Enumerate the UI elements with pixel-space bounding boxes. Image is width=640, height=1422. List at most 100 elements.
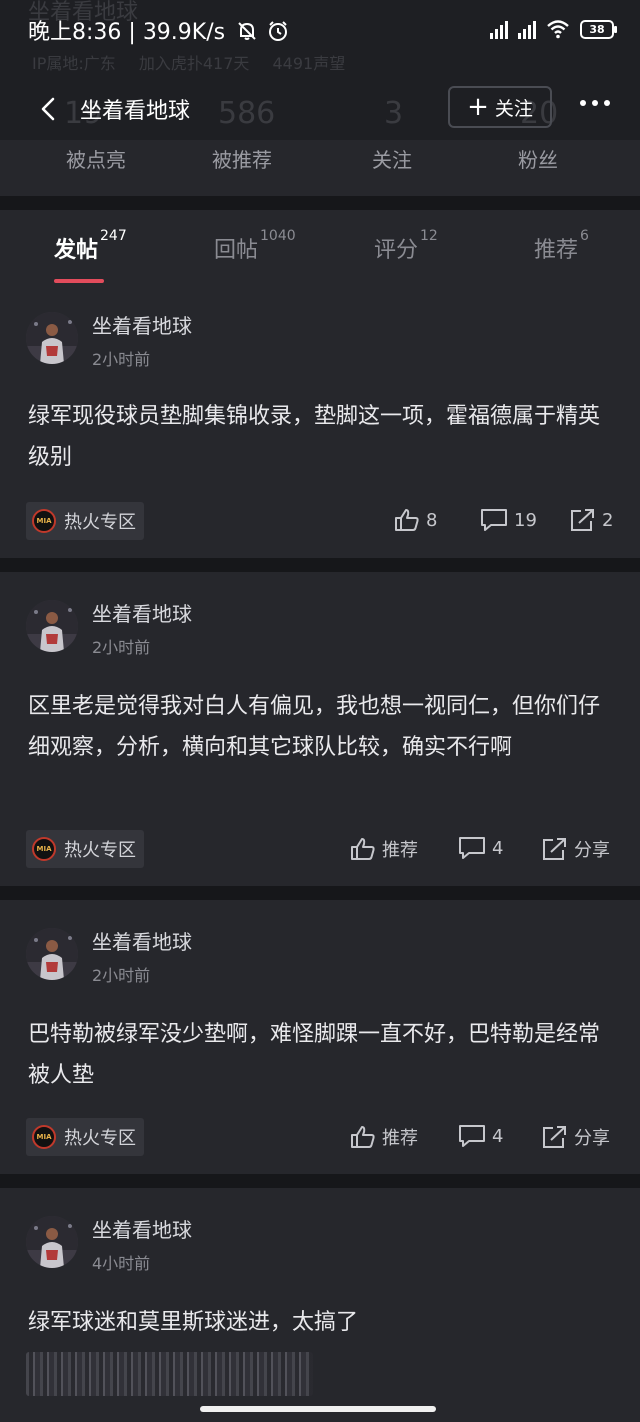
home-indicator[interactable] (200, 1406, 436, 1412)
avatar-image (26, 312, 78, 364)
recommend-label: 推荐 (382, 840, 418, 861)
tab-count: 1040 (260, 228, 296, 244)
comment-count: 4 (492, 837, 504, 859)
tab-count: 12 (420, 228, 438, 244)
mute-bell-icon (238, 22, 256, 40)
post-card[interactable]: 坐着看地球 2小时前 巴特勒被绿军没少垫啊，难怪脚踝一直不好，巴特勒是经常被人垫… (0, 900, 640, 1174)
tab-label: 回帖 (214, 238, 259, 263)
post-text[interactable]: 巴特勒被绿军没少垫啊，难怪脚踝一直不好，巴特勒是经常被人垫 (28, 1014, 613, 1096)
post-time: 4小时前 (92, 1254, 151, 1273)
post-card[interactable]: 坐着看地球 2小时前 绿军现役球员垫脚集锦收录，垫脚这一项，霍福德属于精英级别 … (0, 286, 640, 558)
comment-button[interactable]: 4 (458, 836, 503, 860)
recommend-button[interactable]: 推荐 (350, 836, 418, 862)
more-options-icon[interactable] (580, 100, 610, 106)
status-right: 38 (490, 16, 617, 42)
post-card[interactable]: 坐着看地球 4小时前 绿军球迷和莫里斯球迷进，太搞了 (0, 1188, 640, 1422)
post-author[interactable]: 坐着看地球 (92, 926, 192, 955)
follow-button[interactable]: + 关注 (448, 86, 552, 128)
recommend-button[interactable]: 推荐 (350, 1124, 418, 1150)
tab-replies[interactable]: 回帖1040 (214, 228, 296, 264)
post-author[interactable]: 坐着看地球 (92, 598, 192, 627)
avatar[interactable] (26, 600, 78, 652)
active-tab-indicator (54, 279, 104, 283)
signal-icon (518, 19, 536, 39)
avatar-image (26, 1216, 78, 1268)
comment-button[interactable]: 19 (480, 508, 537, 532)
tab-posts[interactable]: 发帖247 (54, 228, 127, 264)
clock: 晚上8:36 (28, 20, 122, 45)
post-author[interactable]: 坐着看地球 (92, 310, 192, 339)
post-time: 2小时前 (92, 638, 151, 657)
tab-label: 评分 (374, 238, 419, 263)
heat-logo-icon: MIA (32, 509, 56, 533)
heat-logo-icon: MIA (32, 1125, 56, 1149)
stat-recommended[interactable]: 被推荐 (212, 144, 272, 173)
avatar[interactable] (26, 1216, 78, 1268)
forum-tag[interactable]: MIA 热火专区 (26, 502, 144, 540)
tab-count: 6 (580, 228, 589, 244)
tab-label: 推荐 (534, 238, 579, 263)
post-time: 2小时前 (92, 350, 151, 369)
post-divider (0, 1174, 640, 1188)
share-icon (571, 509, 594, 531)
post-divider (0, 558, 640, 572)
share-count: 2 (602, 509, 614, 531)
profile-tabs: 发帖247 回帖1040 评分12 推荐6 (0, 210, 640, 286)
plus-icon: + (467, 92, 489, 122)
forum-tag-label: 热火专区 (64, 840, 136, 861)
share-label: 分享 (574, 1128, 610, 1149)
signal-icon (490, 19, 508, 39)
stat-likes[interactable]: 被点亮 (66, 144, 126, 173)
post-author[interactable]: 坐着看地球 (92, 1214, 192, 1243)
alarm-clock-icon (269, 21, 288, 41)
avatar-image (26, 928, 78, 980)
like-count: 8 (426, 509, 438, 531)
post-text[interactable]: 绿军现役球员垫脚集锦收录，垫脚这一项，霍福德属于精英级别 (28, 396, 613, 478)
share-label: 分享 (574, 840, 610, 861)
comment-icon (481, 509, 507, 531)
tab-count: 247 (100, 228, 127, 244)
recommend-label: 推荐 (382, 1128, 418, 1149)
back-arrow-icon[interactable] (38, 96, 60, 122)
post-text[interactable]: 绿军球迷和莫里斯球迷进，太搞了 (28, 1302, 613, 1343)
share-button[interactable]: 分享 (542, 836, 610, 862)
separator: | (128, 20, 143, 45)
forum-tag[interactable]: MIA 热火专区 (26, 1118, 144, 1156)
status-bar: 晚上8:36 | 39.9K/s 38 (0, 0, 640, 60)
post-divider (0, 886, 640, 900)
wifi-icon (547, 20, 569, 39)
post-image[interactable] (26, 1352, 313, 1396)
avatar-image (26, 600, 78, 652)
forum-tag-label: 热火专区 (64, 512, 136, 533)
forum-tag[interactable]: MIA 热火专区 (26, 830, 144, 868)
thumbs-up-icon (351, 838, 375, 860)
share-button[interactable]: 分享 (542, 1124, 610, 1150)
tab-ratings[interactable]: 评分12 (374, 228, 438, 264)
status-left: 晚上8:36 | 39.9K/s (28, 14, 289, 46)
battery-icon: 38 (580, 19, 617, 39)
share-icon (543, 1126, 566, 1148)
tab-recommend[interactable]: 推荐6 (534, 228, 589, 264)
comment-button[interactable]: 4 (458, 1124, 503, 1148)
network-speed: 39.9K/s (142, 20, 226, 45)
forum-tag-label: 热火专区 (64, 1128, 136, 1149)
profile-stats-panel: 被点亮 被推荐 关注 粉丝 (0, 140, 640, 196)
post-card[interactable]: 坐着看地球 2小时前 区里老是觉得我对白人有偏见，我也想一视同仁，但你们仔细观察… (0, 572, 640, 886)
tab-label: 发帖 (54, 238, 99, 263)
stat-following[interactable]: 关注 (372, 144, 412, 173)
post-text[interactable]: 区里老是觉得我对白人有偏见，我也想一视同仁，但你们仔细观察，分析，横向和其它球队… (28, 686, 613, 768)
section-divider (0, 196, 640, 210)
avatar[interactable] (26, 928, 78, 980)
post-time: 2小时前 (92, 966, 151, 985)
share-button[interactable]: 2 (570, 508, 613, 532)
follow-label: 关注 (494, 97, 533, 120)
comment-count: 4 (492, 1125, 504, 1147)
thumbs-up-icon (395, 509, 419, 531)
comment-icon (459, 837, 485, 859)
comment-icon (459, 1125, 485, 1147)
like-button[interactable]: 8 (394, 508, 437, 532)
stat-followers[interactable]: 粉丝 (518, 144, 558, 173)
nav-title: 坐着看地球 (80, 99, 191, 124)
avatar[interactable] (26, 312, 78, 364)
share-icon (543, 838, 566, 860)
